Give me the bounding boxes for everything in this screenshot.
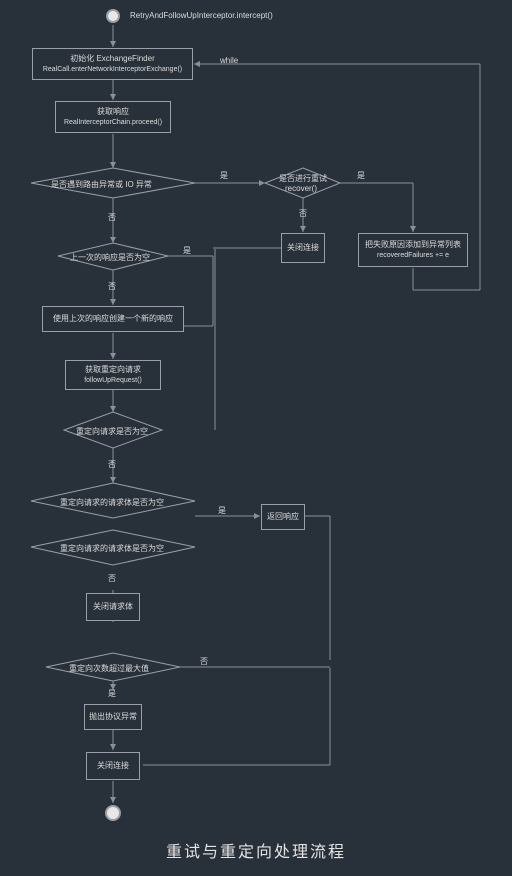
edge-yes-2: 是 [357, 170, 365, 181]
edge-yes-4: 是 [218, 505, 226, 516]
add-fail-l1: 把失败原因添加到异常列表 [365, 240, 461, 251]
edge-yes-5: 是 [108, 688, 116, 699]
init-line1: 初始化 ExchangeFinder [70, 54, 154, 65]
edge-no-2: 否 [299, 208, 307, 219]
edge-no-5: 否 [108, 573, 116, 584]
dec-prev-label: 上一次的响应是否为空 [70, 252, 150, 263]
end-node [105, 805, 121, 821]
build-new-text: 使用上次的响应创建一个新的响应 [53, 314, 173, 325]
close-conn2-text: 关闭连接 [97, 761, 129, 772]
throw-proto-text: 抛出协议异常 [89, 712, 137, 723]
edge-no-6: 否 [200, 656, 208, 667]
edge-no-4: 否 [108, 459, 116, 470]
box-build-new: 使用上次的响应创建一个新的响应 [42, 306, 184, 332]
box-init: 初始化 ExchangeFinder RealCall.enterNetwork… [32, 48, 193, 80]
box-close-body: 关闭请求体 [86, 593, 140, 621]
dec-max-label: 重定向次数超过最大值 [69, 663, 149, 674]
close-conn-text: 关闭连接 [287, 243, 319, 254]
dec-fu-null-label: 重定向请求是否为空 [76, 426, 148, 437]
proceed-line1: 获取响应 [97, 107, 129, 118]
proceed-line2: RealInterceptorChain.proceed() [64, 118, 162, 127]
box-close-conn: 关闭连接 [281, 233, 325, 263]
edge-no-1: 否 [108, 212, 116, 223]
edge-yes-1: 是 [220, 170, 228, 181]
return-resp-text: 返回响应 [267, 512, 299, 523]
init-line2: RealCall.enterNetworkInterceptorExchange… [43, 65, 182, 74]
edge-yes-3: 是 [183, 245, 191, 256]
followup-l2: followUpRequest() [84, 376, 142, 385]
box-proceed: 获取响应 RealInterceptorChain.proceed() [55, 101, 171, 133]
dec-retry-l2: recover() [285, 184, 317, 193]
close-body-text: 关闭请求体 [93, 602, 133, 613]
edge-no-3: 否 [108, 281, 116, 292]
box-add-failure: 把失败原因添加到异常列表 recoveredFailures += e [358, 233, 468, 267]
box-followup: 获取重定向请求 followUpRequest() [65, 360, 161, 390]
dec-retry-l1: 是否进行重试 [279, 173, 327, 184]
followup-l1: 获取重定向请求 [85, 365, 141, 376]
box-return-resp: 返回响应 [261, 504, 305, 530]
dec-io-label: 是否遇到路由异常或 IO 异常 [51, 179, 152, 190]
diagram-title: 重试与重定向处理流程 [0, 838, 512, 862]
edge-while: while [220, 56, 238, 65]
box-close-conn2: 关闭连接 [86, 752, 140, 780]
dec-body-label2: 重定向请求的请求体是否为空 [60, 543, 164, 554]
dec-body-label: 重定向请求的请求体是否为空 [60, 497, 164, 508]
start-label: RetryAndFollowUpInterceptor.intercept() [130, 11, 273, 20]
start-node [106, 9, 120, 23]
box-throw-proto: 抛出协议异常 [84, 704, 142, 730]
add-fail-l2: recoveredFailures += e [377, 251, 449, 260]
